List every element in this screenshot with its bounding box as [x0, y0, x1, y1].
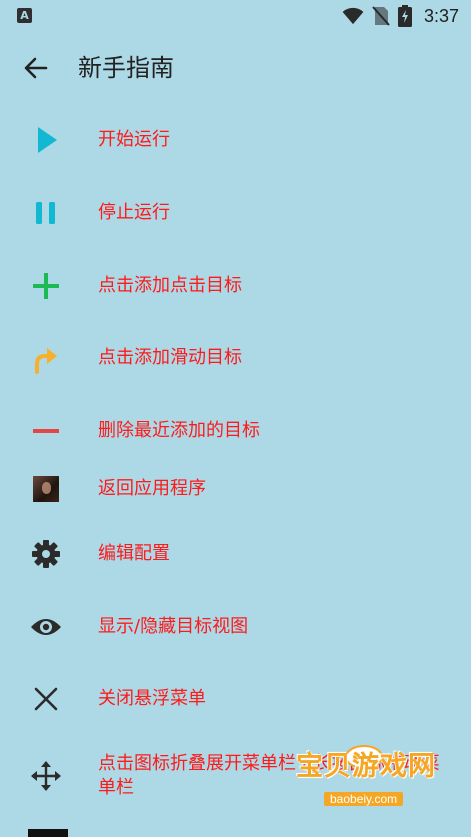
guide-item-start: 开始运行: [0, 122, 471, 158]
play-icon: [28, 122, 64, 158]
guide-label: 点击添加滑动目标: [98, 347, 242, 368]
guide-item-add-swipe: 点击添加滑动目标: [0, 340, 471, 376]
guide-item-edit-config: 编辑配置: [0, 536, 471, 572]
no-sim-icon: [372, 6, 390, 26]
notification-icon: A: [17, 8, 32, 23]
status-bar: A 3:37: [0, 0, 471, 32]
bottom-edge-element: [28, 829, 68, 837]
guide-item-toggle-target-view: 显示/隐藏目标视图: [0, 609, 471, 645]
guide-item-stop: 停止运行: [0, 195, 471, 231]
guide-label: 关闭悬浮菜单: [98, 688, 206, 709]
app-thumbnail-icon: [28, 471, 64, 507]
guide-label: 编辑配置: [98, 543, 170, 564]
plus-icon: [28, 268, 64, 304]
back-arrow-icon: [24, 57, 48, 79]
guide-item-return-app: 返回应用程序: [0, 471, 471, 507]
status-icons: 3:37: [342, 4, 459, 28]
guide-label: 删除最近添加的目标: [98, 420, 260, 441]
toolbar: 新手指南: [0, 38, 471, 98]
guide-label: 开始运行: [98, 129, 170, 150]
guide-label: 显示/隐藏目标视图: [98, 616, 249, 637]
guide-label: 点击图标折叠展开菜单栏 / 长按图标拖动菜单栏: [98, 753, 440, 798]
guide-label: 返回应用程序: [98, 478, 206, 499]
wifi-icon: [342, 7, 364, 25]
guide-label: 点击添加点击目标: [98, 275, 242, 296]
back-button[interactable]: [20, 52, 52, 84]
minus-icon: [28, 413, 64, 449]
app-thumbnail: [33, 476, 59, 502]
gear-icon: [28, 536, 64, 572]
guide-item-close-menu: 关闭悬浮菜单: [0, 681, 471, 717]
guide-item-delete-recent: 删除最近添加的目标: [0, 413, 471, 449]
guide-item-fold-drag-menu: 点击图标折叠展开菜单栏 / 长按图标拖动菜单栏: [0, 752, 471, 804]
battery-charging-icon: [397, 5, 412, 27]
close-icon: [28, 681, 64, 717]
move-icon: [28, 758, 64, 794]
swipe-arrow-icon: [28, 340, 64, 376]
status-time: 3:37: [423, 5, 459, 26]
pause-icon: [28, 195, 64, 231]
guide-label: 停止运行: [98, 202, 170, 223]
page-title: 新手指南: [78, 54, 174, 82]
guide-item-add-click: 点击添加点击目标: [0, 268, 471, 304]
eye-icon: [28, 609, 64, 645]
